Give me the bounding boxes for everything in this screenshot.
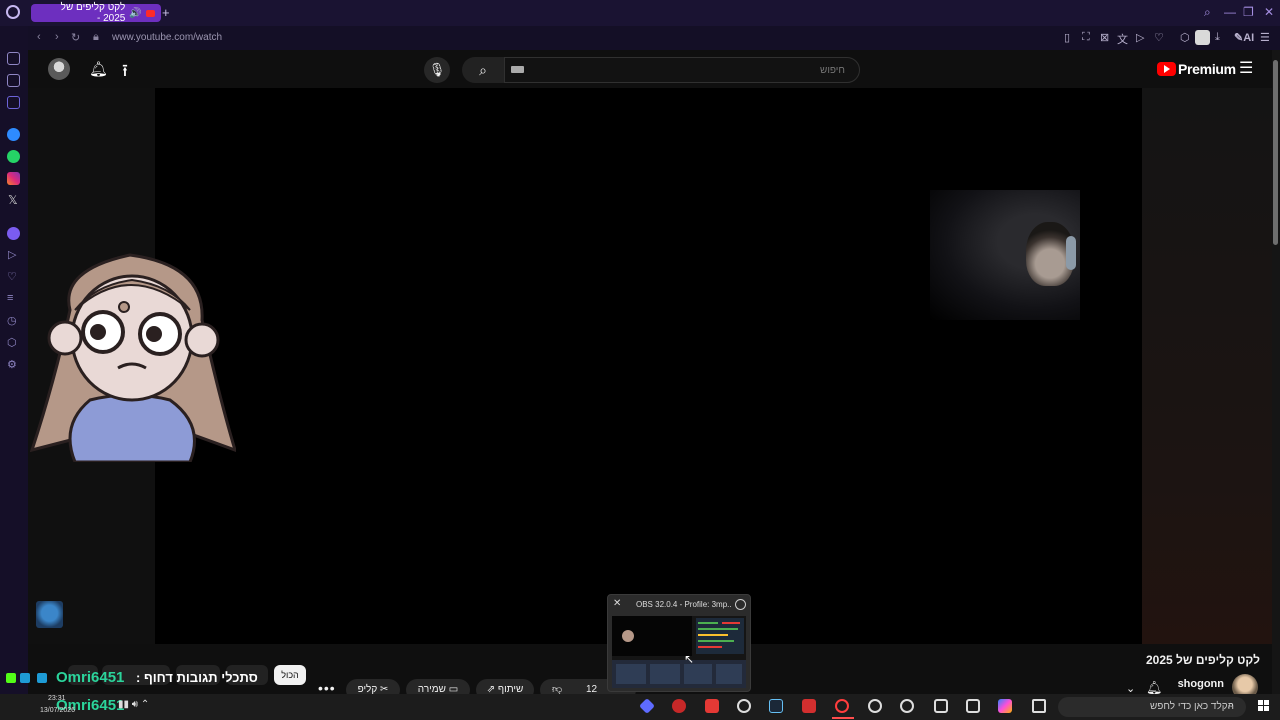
sidebar-m-icon[interactable] xyxy=(7,96,20,109)
sidebar-extensions-icon[interactable]: ⬡ xyxy=(7,336,17,349)
overlay-mini-avatar-icon xyxy=(36,601,63,628)
sidebar-clock-icon[interactable]: ◷ xyxy=(7,314,17,327)
clock-date[interactable]: 13/07/2026 xyxy=(40,707,75,714)
obs-logo-icon xyxy=(735,599,746,610)
headset-shape xyxy=(1066,236,1076,270)
adblock-icon[interactable]: ⊠ xyxy=(1100,31,1109,44)
channel-name-link[interactable]: shogonn xyxy=(1160,678,1224,690)
youtube-logo-icon[interactable] xyxy=(1157,62,1176,76)
taskbar-active-indicator xyxy=(832,717,854,719)
taskbar-search-icon: ⌕ xyxy=(1228,699,1235,711)
clock-time[interactable]: 23:31 xyxy=(48,695,66,702)
sidebar-settings-icon[interactable]: ⚙ xyxy=(7,358,17,371)
search-tabs-icon[interactable]: ⌕ xyxy=(1204,5,1211,20)
sidebar-workspaces-icon[interactable] xyxy=(7,74,20,87)
forward-icon[interactable]: › xyxy=(55,31,59,43)
taskbar-app-icon[interactable] xyxy=(868,699,882,713)
browser-menu-icon[interactable]: ☰ xyxy=(1260,31,1270,44)
sidebar-send-icon[interactable]: ▷ xyxy=(8,248,16,261)
messenger-icon[interactable] xyxy=(7,128,20,141)
account-avatar[interactable] xyxy=(48,58,70,80)
lock-icon: 🔒︎ xyxy=(93,31,99,43)
battery-icon[interactable]: ▮▮ xyxy=(118,699,129,710)
taskbar-app-icon[interactable] xyxy=(966,699,980,713)
translate-icon[interactable]: 文 xyxy=(1117,31,1128,47)
windows-start-icon[interactable] xyxy=(1258,700,1270,712)
youtube-premium-wordmark[interactable]: Premium xyxy=(1178,61,1236,77)
reload-icon[interactable]: ↻ xyxy=(71,31,80,44)
taskbar-search-label: הקלד כאן כדי לחפש xyxy=(1149,701,1234,712)
taskbar-app-icon[interactable] xyxy=(802,699,816,713)
notifications-bell-icon[interactable]: 🔔︎ xyxy=(89,60,108,78)
taskbar-notes-icon[interactable] xyxy=(934,699,948,713)
search-input[interactable] xyxy=(504,57,860,83)
taskbar-search-box[interactable]: הקלד כאן כדי לחפש xyxy=(1058,697,1246,717)
new-tab-button[interactable]: + xyxy=(162,5,170,20)
sidebar-ai-icon[interactable] xyxy=(7,52,20,65)
scrollbar-thumb[interactable] xyxy=(1273,60,1278,245)
bookmark-icon[interactable]: ▯ xyxy=(1064,31,1070,44)
aria-ai-button[interactable]: ✎AI xyxy=(1234,31,1254,44)
restore-icon[interactable]: ❐ xyxy=(1243,5,1254,19)
taskbar-task-view-icon[interactable] xyxy=(1032,699,1046,713)
obs-window-title: OBS 32.0.4 - Profile: 3mp... xyxy=(636,600,732,609)
close-window-icon[interactable]: ✕ xyxy=(1264,5,1274,19)
whatsapp-icon[interactable] xyxy=(7,150,20,163)
taskbar-opera-icon[interactable] xyxy=(835,699,849,713)
mouse-cursor-icon: ↖ xyxy=(684,652,695,666)
search-icon[interactable]: ⌕ xyxy=(462,57,504,83)
chip-all[interactable]: הכול xyxy=(274,665,306,685)
snapshot-icon[interactable]: ⛶ xyxy=(1082,31,1090,44)
youtube-favicon-icon xyxy=(145,9,155,17)
back-icon[interactable]: ‹ xyxy=(37,31,41,43)
browser-tab-strip xyxy=(0,0,1280,26)
extensions-icon[interactable]: ⬡ xyxy=(1180,31,1190,44)
tab-youtube-video[interactable]: 🔊 לקט קליפים של 2025 - xyxy=(31,2,161,24)
keyboard-icon[interactable] xyxy=(511,66,524,73)
video-player[interactable] xyxy=(155,88,1142,644)
upload-icon[interactable]: ⭱ xyxy=(122,58,128,87)
obs-window-thumbnail[interactable] xyxy=(612,616,746,688)
heart-icon[interactable]: ♡ xyxy=(1154,31,1164,44)
ai-pen-icon: ✎ xyxy=(1234,32,1244,44)
taskbar-copilot-icon[interactable] xyxy=(998,699,1012,713)
taskbar-steam-icon[interactable] xyxy=(769,699,783,713)
speaker-icon[interactable]: 🔊 xyxy=(129,8,141,19)
x-twitter-icon[interactable]: 𝕏 xyxy=(8,193,18,207)
guide-menu-icon[interactable]: ☰ xyxy=(1239,58,1253,78)
download-icon[interactable]: ⤓ xyxy=(1215,31,1220,44)
system-tray[interactable]: ▮▮ 🔊︎ ⌃ xyxy=(118,699,149,710)
overlay-chat-message: סתכלי תגובות דחוף : xyxy=(136,670,258,685)
video-title: לקט קליפים של 2025 xyxy=(1145,653,1260,667)
taskbar-palette-icon[interactable] xyxy=(900,699,914,713)
url-field[interactable]: www.youtube.com/watch xyxy=(112,32,222,43)
opera-logo-icon[interactable] xyxy=(6,5,20,19)
spotify-icon[interactable] xyxy=(7,227,20,240)
badge-icon xyxy=(37,673,47,683)
close-icon[interactable]: ✕ xyxy=(613,598,621,609)
taskbar-spotify-icon[interactable] xyxy=(737,699,751,713)
tab-title: לקט קליפים של 2025 - xyxy=(60,2,126,24)
minimize-icon[interactable]: — xyxy=(1224,5,1236,19)
taskbar-obs-icon[interactable] xyxy=(672,699,686,713)
vtuber-avatar-overlay xyxy=(30,253,236,462)
volume-icon[interactable]: 🔊︎ xyxy=(132,699,138,710)
sidebar-history-list-icon[interactable]: ≡ xyxy=(7,292,13,304)
voice-search-mic-icon[interactable]: 🎙︎ xyxy=(424,57,450,83)
sidebar-heart-icon[interactable]: ♡ xyxy=(7,270,17,283)
tray-chevron-up-icon[interactable]: ⌃ xyxy=(141,699,149,710)
profile-icon[interactable] xyxy=(1195,30,1210,45)
overlay-chat-username: Omri6451 xyxy=(56,669,125,686)
ambient-glow-right xyxy=(1142,88,1272,644)
instagram-icon[interactable] xyxy=(7,172,20,185)
badge-icon xyxy=(20,673,30,683)
ai-label: AI xyxy=(1243,32,1255,44)
kick-badge-icon xyxy=(6,673,16,683)
taskbar-app-icon[interactable] xyxy=(705,699,719,713)
play-extension-icon[interactable]: ▷ xyxy=(1136,31,1144,44)
